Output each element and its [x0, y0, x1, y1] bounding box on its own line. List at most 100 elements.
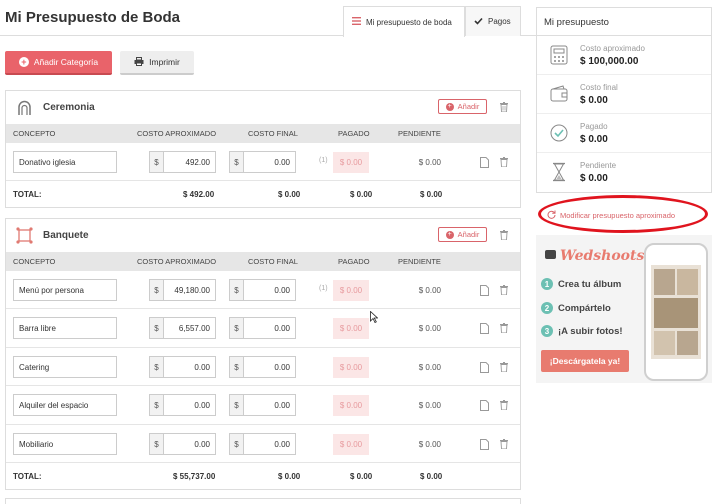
page-title: Mi Presupuesto de Boda: [5, 9, 181, 26]
total-pendiente: $ 0.00: [420, 190, 443, 199]
ad-step: 2 Compártelo: [541, 302, 611, 314]
pagado-cell[interactable]: $ 0.00: [333, 280, 369, 301]
summary-value: $ 100,000.00: [580, 56, 639, 67]
summary-label: Pendiente: [580, 161, 617, 170]
trash-icon[interactable]: [500, 230, 508, 241]
trash-icon[interactable]: [500, 285, 508, 296]
ad-step: 1 Crea tu álbum: [541, 278, 621, 290]
highlight-annotation: [538, 195, 708, 233]
add-item-button[interactable]: + Añadir: [438, 227, 487, 242]
costo-final-input[interactable]: $0.00: [229, 433, 296, 455]
table-row: Donativo iglesia $492.00 $0.00 (1) $ 0.0…: [6, 143, 520, 181]
print-button[interactable]: Imprimir: [120, 51, 194, 75]
summary-value: $ 0.00: [580, 95, 608, 106]
concept-input[interactable]: Menú por persona: [13, 279, 117, 301]
costo-final-input[interactable]: $0.00: [229, 356, 296, 378]
phone-screen: [651, 265, 701, 359]
printer-icon: [134, 56, 144, 68]
costo-aproximado-input[interactable]: $6,557.00: [149, 317, 216, 339]
total-pagado: $ 0.00: [350, 472, 373, 481]
costo-aproximado-input[interactable]: $49,180.00: [149, 279, 216, 301]
check-circle-icon: [550, 123, 568, 143]
pagado-cell[interactable]: $ 0.00: [333, 152, 369, 173]
pendiente-value: $ 0.00: [418, 440, 441, 449]
document-icon[interactable]: [480, 157, 489, 168]
tab-mi-presupuesto[interactable]: Mi presupuesto de boda: [343, 6, 465, 37]
pendiente-value: $ 0.00: [418, 401, 441, 410]
summary-value: $ 0.00: [580, 134, 608, 145]
pagado-cell[interactable]: $ 0.00: [333, 357, 369, 378]
table-header: CONCEPTO COSTO APROXIMADO COSTO FINAL PA…: [6, 124, 520, 143]
costo-final-input[interactable]: $0.00: [229, 151, 296, 173]
category-header: Ceremonia + Añadir: [6, 91, 520, 124]
summary-item-costo-aproximado: Costo aproximado $ 100,000.00: [537, 36, 711, 75]
add-category-button[interactable]: + Añadir Categoría: [5, 51, 112, 75]
col-costo-final: COSTO FINAL: [248, 257, 298, 266]
plus-circle-icon: +: [445, 230, 454, 239]
trash-icon[interactable]: [500, 439, 508, 450]
total-row: TOTAL: $ 55,737.00 $ 0.00 $ 0.00 $ 0.00: [6, 463, 520, 489]
concept-input[interactable]: Alquiler del espacio: [13, 394, 117, 416]
download-app-button[interactable]: ¡Descárgatela ya!: [541, 350, 629, 372]
costo-final-input[interactable]: $0.00: [229, 317, 296, 339]
wedshoots-ad-banner[interactable]: Wedshoots 1 Crea tu álbum 2 Compártelo 3 ¡A…: [536, 235, 712, 383]
table-row: Alquiler del espacio $0.00 $0.00 $ 0.00 $ 0.…: [6, 386, 520, 425]
table-row: Barra libre $6,557.00 $0.00 $ 0.00 $ 0.00: [6, 309, 520, 348]
phone-illustration: [644, 243, 708, 381]
concept-input[interactable]: Barra libre: [13, 317, 117, 339]
concept-input[interactable]: Mobiliario: [13, 433, 117, 455]
summary-title: Mi presupuesto: [537, 8, 711, 36]
pagado-cell[interactable]: $ 0.00: [333, 318, 369, 339]
concept-input[interactable]: Catering: [13, 356, 117, 378]
costo-aproximado-input[interactable]: $0.00: [149, 356, 216, 378]
concept-input[interactable]: Donativo iglesia: [13, 151, 117, 173]
document-icon[interactable]: [480, 285, 489, 296]
trash-icon[interactable]: [500, 362, 508, 373]
category-name: Ceremonia: [43, 102, 95, 113]
document-icon[interactable]: [480, 439, 489, 450]
camera-icon: [545, 250, 556, 259]
tab-label: Mi presupuesto de boda: [366, 17, 452, 27]
col-costo-aproximado: COSTO APROXIMADO: [137, 129, 217, 138]
hourglass-icon: [550, 162, 568, 182]
trash-icon[interactable]: [500, 157, 508, 168]
total-aproximado: $ 492.00: [183, 190, 215, 199]
table-row: Mobiliario $0.00 $0.00 $ 0.00 $ 0.00: [6, 425, 520, 463]
trash-icon[interactable]: [500, 102, 508, 113]
pendiente-value: $ 0.00: [418, 286, 441, 295]
costo-aproximado-input[interactable]: $492.00: [149, 151, 216, 173]
plus-circle-icon: +: [18, 57, 29, 67]
pagado-cell[interactable]: $ 0.00: [333, 434, 369, 455]
document-icon[interactable]: [480, 400, 489, 411]
col-costo-final: COSTO FINAL: [248, 129, 298, 138]
table-row: Catering $0.00 $0.00 $ 0.00 $ 0.00: [6, 348, 520, 386]
table-icon: [16, 227, 33, 244]
document-icon[interactable]: [480, 362, 489, 373]
trash-icon[interactable]: [500, 323, 508, 334]
tab-label: Pagos: [488, 17, 511, 26]
banquete-rows: Menú por persona $49,180.00 $0.00 (1) $ 0.00…: [6, 271, 520, 463]
trash-icon[interactable]: [500, 400, 508, 411]
summary-label: Costo aproximado: [580, 44, 645, 53]
calculator-icon: [550, 45, 568, 65]
col-pagado: PAGADO: [338, 129, 370, 138]
add-category-label: Añadir Categoría: [33, 57, 99, 67]
costo-aproximado-input[interactable]: $0.00: [149, 433, 216, 455]
table-header: CONCEPTO COSTO APROXIMADO COSTO FINAL PA…: [6, 252, 520, 271]
mouse-cursor: [370, 310, 379, 324]
add-item-button[interactable]: + Añadir: [438, 99, 487, 114]
category-header: Banquete + Añadir: [6, 219, 520, 252]
ad-brand: Wedshoots: [560, 248, 645, 264]
pagado-cell[interactable]: $ 0.00: [333, 395, 369, 416]
total-pendiente: $ 0.00: [420, 472, 443, 481]
tab-pagos[interactable]: Pagos: [465, 6, 521, 36]
costo-final-input[interactable]: $0.00: [229, 394, 296, 416]
payment-count: (1): [319, 157, 328, 164]
category-card-ceremonia: Ceremonia + Añadir CONCEPTO COSTO APROXI…: [5, 90, 521, 208]
summary-item-pendiente: Pendiente $ 0.00: [537, 153, 711, 192]
costo-final-input[interactable]: $0.00: [229, 279, 296, 301]
total-aproximado: $ 55,737.00: [173, 472, 216, 481]
print-label: Imprimir: [149, 57, 180, 67]
document-icon[interactable]: [480, 323, 489, 334]
costo-aproximado-input[interactable]: $0.00: [149, 394, 216, 416]
